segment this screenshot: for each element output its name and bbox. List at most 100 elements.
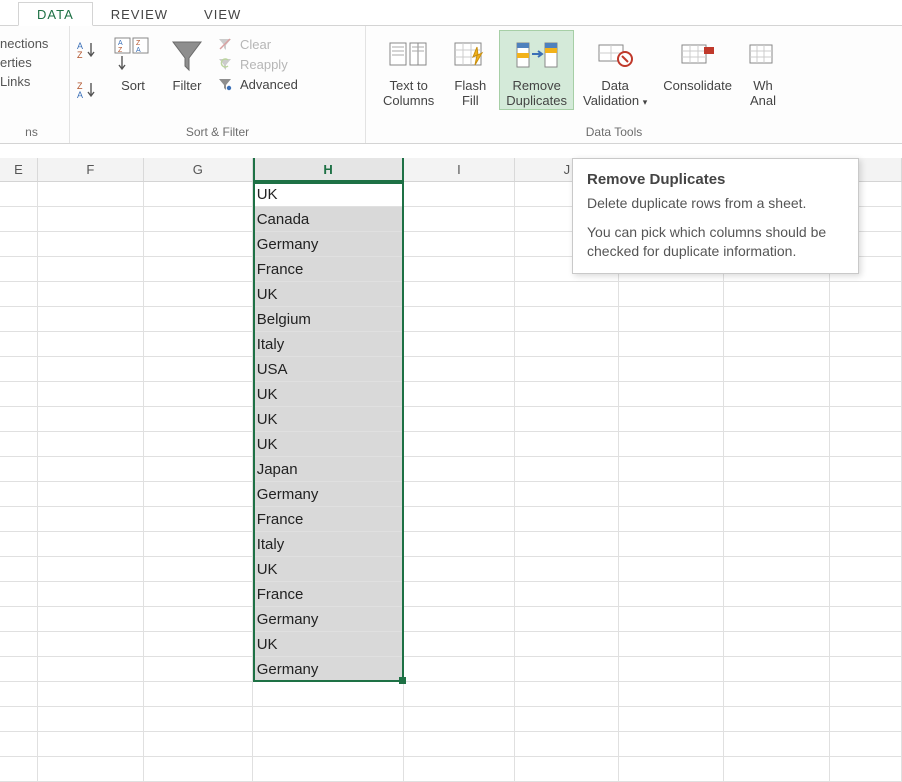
cell[interactable] — [38, 282, 144, 307]
cell[interactable] — [724, 732, 830, 757]
data-cell[interactable]: France — [253, 582, 404, 607]
cell[interactable] — [515, 632, 619, 657]
cell[interactable] — [144, 732, 253, 757]
cell[interactable] — [404, 632, 516, 657]
cell[interactable] — [724, 332, 830, 357]
cell[interactable] — [724, 682, 830, 707]
cell[interactable] — [0, 282, 38, 307]
data-cell[interactable]: France — [253, 257, 404, 282]
cell[interactable] — [144, 757, 253, 782]
cell[interactable] — [404, 332, 516, 357]
advanced-filter-button[interactable]: Advanced — [216, 76, 298, 92]
cell[interactable] — [619, 682, 724, 707]
col-header-H[interactable]: H — [253, 158, 404, 182]
cell[interactable] — [515, 582, 619, 607]
cell[interactable] — [144, 207, 253, 232]
cell[interactable] — [38, 482, 144, 507]
cell[interactable] — [404, 357, 516, 382]
cell[interactable] — [619, 582, 724, 607]
cell[interactable] — [619, 307, 724, 332]
cell[interactable] — [619, 657, 724, 682]
cell[interactable] — [830, 607, 902, 632]
cell[interactable] — [515, 532, 619, 557]
cell[interactable] — [144, 307, 253, 332]
cell[interactable] — [515, 607, 619, 632]
data-cell[interactable]: Germany — [253, 657, 404, 682]
edit-links-item[interactable]: Links — [0, 74, 48, 89]
cell[interactable] — [144, 257, 253, 282]
cell[interactable] — [144, 532, 253, 557]
cell[interactable] — [619, 432, 724, 457]
tab-data[interactable]: DATA — [18, 2, 93, 26]
cell[interactable] — [724, 582, 830, 607]
cell[interactable] — [38, 607, 144, 632]
cell[interactable] — [404, 232, 516, 257]
cell[interactable] — [404, 757, 516, 782]
tab-review[interactable]: REVIEW — [93, 3, 186, 25]
cell[interactable] — [38, 332, 144, 357]
cell[interactable] — [830, 732, 902, 757]
cell[interactable] — [404, 682, 516, 707]
data-cell[interactable]: UK — [253, 632, 404, 657]
col-header-I[interactable]: I — [404, 158, 516, 181]
cell[interactable] — [144, 382, 253, 407]
cell[interactable] — [515, 657, 619, 682]
cell[interactable] — [144, 707, 253, 732]
data-cell[interactable]: Belgium — [253, 307, 404, 332]
data-cell[interactable]: UK — [253, 182, 404, 207]
cell[interactable] — [724, 357, 830, 382]
cell[interactable] — [144, 407, 253, 432]
connections-item[interactable]: nections — [0, 36, 48, 51]
filter-button[interactable]: Filter — [160, 30, 214, 95]
cell[interactable] — [38, 357, 144, 382]
cell[interactable] — [404, 707, 516, 732]
cell[interactable] — [144, 682, 253, 707]
cell[interactable] — [38, 557, 144, 582]
cell[interactable] — [724, 432, 830, 457]
cell[interactable] — [144, 582, 253, 607]
cell[interactable] — [830, 757, 902, 782]
cell[interactable] — [0, 407, 38, 432]
cell[interactable] — [0, 732, 38, 757]
cell[interactable] — [404, 657, 516, 682]
cell[interactable] — [830, 682, 902, 707]
cell[interactable] — [404, 432, 516, 457]
cell[interactable] — [38, 182, 144, 207]
data-cell[interactable]: USA — [253, 357, 404, 382]
cell[interactable] — [404, 532, 516, 557]
cell[interactable] — [0, 382, 38, 407]
cell[interactable] — [619, 482, 724, 507]
cell[interactable] — [830, 282, 902, 307]
cell[interactable] — [830, 432, 902, 457]
cell[interactable] — [515, 482, 619, 507]
cell[interactable] — [0, 257, 38, 282]
cell[interactable] — [619, 507, 724, 532]
cell[interactable] — [404, 307, 516, 332]
col-header-G[interactable]: G — [144, 158, 253, 181]
cell[interactable] — [144, 457, 253, 482]
cell[interactable] — [0, 532, 38, 557]
cell[interactable] — [515, 557, 619, 582]
cell[interactable] — [38, 532, 144, 557]
cell[interactable] — [830, 657, 902, 682]
cell[interactable] — [404, 207, 516, 232]
cell[interactable] — [515, 282, 619, 307]
cell[interactable] — [0, 557, 38, 582]
data-cell[interactable]: France — [253, 507, 404, 532]
cell[interactable] — [404, 182, 516, 207]
cell[interactable] — [0, 707, 38, 732]
cell[interactable] — [619, 532, 724, 557]
data-cell[interactable]: Canada — [253, 207, 404, 232]
cell[interactable] — [0, 657, 38, 682]
cell[interactable] — [404, 582, 516, 607]
cell[interactable] — [38, 707, 144, 732]
cell[interactable] — [724, 632, 830, 657]
cell[interactable] — [404, 482, 516, 507]
cell[interactable] — [0, 432, 38, 457]
cell[interactable] — [830, 382, 902, 407]
data-validation-button[interactable]: Data Validation ▾ — [576, 30, 654, 110]
cell[interactable] — [404, 457, 516, 482]
cell[interactable] — [144, 182, 253, 207]
cell[interactable] — [830, 632, 902, 657]
data-cell[interactable]: Germany — [253, 232, 404, 257]
